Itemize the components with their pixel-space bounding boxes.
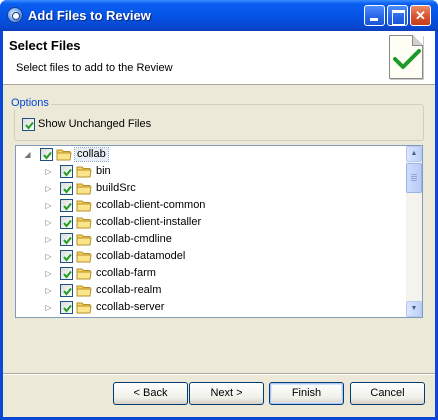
tree-checkbox[interactable]: [40, 148, 53, 161]
tree-label: ccollab-realm: [96, 284, 162, 296]
tree-checkbox[interactable]: [60, 216, 73, 229]
collapse-arrow-icon[interactable]: ◢: [23, 150, 32, 159]
tree-checkbox[interactable]: [60, 182, 73, 195]
tree-label: ccollab-cmdline: [96, 233, 172, 245]
page-description: Select files to add to the Review: [16, 62, 173, 74]
tree-row[interactable]: ▷ ccollab-cmdline: [16, 231, 406, 248]
expand-arrow-icon[interactable]: ▷: [44, 235, 53, 244]
back-button[interactable]: < Back: [113, 382, 188, 405]
tree-checkbox[interactable]: [60, 267, 73, 280]
folder-icon: [76, 302, 92, 314]
tree-checkbox[interactable]: [60, 233, 73, 246]
dialog-window: Add Files to Review ✕ Select Files Selec…: [0, 0, 438, 420]
folder-icon: [76, 183, 92, 195]
show-unchanged-label[interactable]: Show Unchanged Files: [38, 118, 151, 131]
tree-row-root[interactable]: ◢ collab: [16, 146, 406, 163]
folder-icon: [76, 285, 92, 297]
expand-arrow-icon[interactable]: ▷: [44, 184, 53, 193]
folder-icon: [76, 268, 92, 280]
title-bar[interactable]: Add Files to Review ✕: [0, 0, 438, 31]
folder-icon: [76, 251, 92, 263]
show-unchanged-checkbox[interactable]: [22, 118, 35, 131]
page-title: Select Files: [9, 38, 81, 53]
expand-arrow-icon[interactable]: ▷: [44, 286, 53, 295]
cancel-button[interactable]: Cancel: [350, 382, 425, 405]
file-tree[interactable]: ◢ collab ▷ bin ▷ buildSrc ▷ ccollab-clie…: [15, 145, 423, 318]
tree-label: ccollab-client-installer: [96, 216, 202, 228]
tree-row[interactable]: ▷ buildSrc: [16, 180, 406, 197]
tree-row[interactable]: ▷ ccollab-client-installer: [16, 214, 406, 231]
tree-row[interactable]: ▷ bin: [16, 163, 406, 180]
wizard-header: Select Files Select files to add to the …: [3, 31, 435, 85]
dialog-client-area: Select Files Select files to add to the …: [3, 31, 435, 417]
finish-button[interactable]: Finish: [269, 382, 344, 405]
tree-label: ccollab-datamodel: [96, 250, 186, 262]
tree-vertical-scrollbar[interactable]: ▲ ▼: [406, 146, 422, 317]
folder-icon: [76, 200, 92, 212]
tree-row[interactable]: ▷ ccollab-datamodel: [16, 248, 406, 265]
next-button[interactable]: Next >: [189, 382, 264, 405]
tree-label: bin: [96, 165, 111, 177]
tree-row[interactable]: ▷ ccollab-realm: [16, 282, 406, 299]
tree-row[interactable]: ▷ ccollab-server: [16, 299, 406, 316]
expand-arrow-icon[interactable]: ▷: [44, 303, 53, 312]
maximize-button[interactable]: [387, 5, 408, 26]
tree-checkbox[interactable]: [60, 199, 73, 212]
folder-icon: [76, 217, 92, 229]
expand-arrow-icon[interactable]: ▷: [44, 252, 53, 261]
tree-label: ccollab-client-common: [96, 199, 206, 211]
tree-label: collab: [74, 147, 109, 162]
tree-label: ccollab-server: [96, 301, 165, 313]
minimize-button[interactable]: [364, 5, 385, 26]
expand-arrow-icon[interactable]: ▷: [44, 167, 53, 176]
scroll-up-button[interactable]: ▲: [406, 146, 422, 162]
tree-checkbox[interactable]: [60, 250, 73, 263]
document-checkmark-icon: [389, 35, 423, 79]
tree-label: buildSrc: [96, 182, 136, 194]
expand-arrow-icon[interactable]: ▷: [44, 269, 53, 278]
app-icon: [7, 7, 23, 23]
tree-row[interactable]: ▷ ccollab-farm: [16, 265, 406, 282]
tree-checkbox[interactable]: [60, 165, 73, 178]
scroll-down-button[interactable]: ▼: [406, 301, 422, 317]
folder-icon: [76, 166, 92, 178]
expand-arrow-icon[interactable]: ▷: [44, 218, 53, 227]
tree-label: ccollab-farm: [96, 267, 156, 279]
button-separator: [3, 373, 435, 375]
folder-icon: [56, 149, 72, 161]
folder-icon: [76, 234, 92, 246]
close-button[interactable]: ✕: [410, 5, 431, 26]
expand-arrow-icon[interactable]: ▷: [44, 201, 53, 210]
tree-checkbox[interactable]: [60, 301, 73, 314]
options-legend: Options: [9, 96, 51, 110]
tree-checkbox[interactable]: [60, 284, 73, 297]
scroll-thumb[interactable]: [406, 163, 422, 193]
tree-row[interactable]: ▷ ccollab-client-common: [16, 197, 406, 214]
window-title: Add Files to Review: [28, 8, 151, 23]
